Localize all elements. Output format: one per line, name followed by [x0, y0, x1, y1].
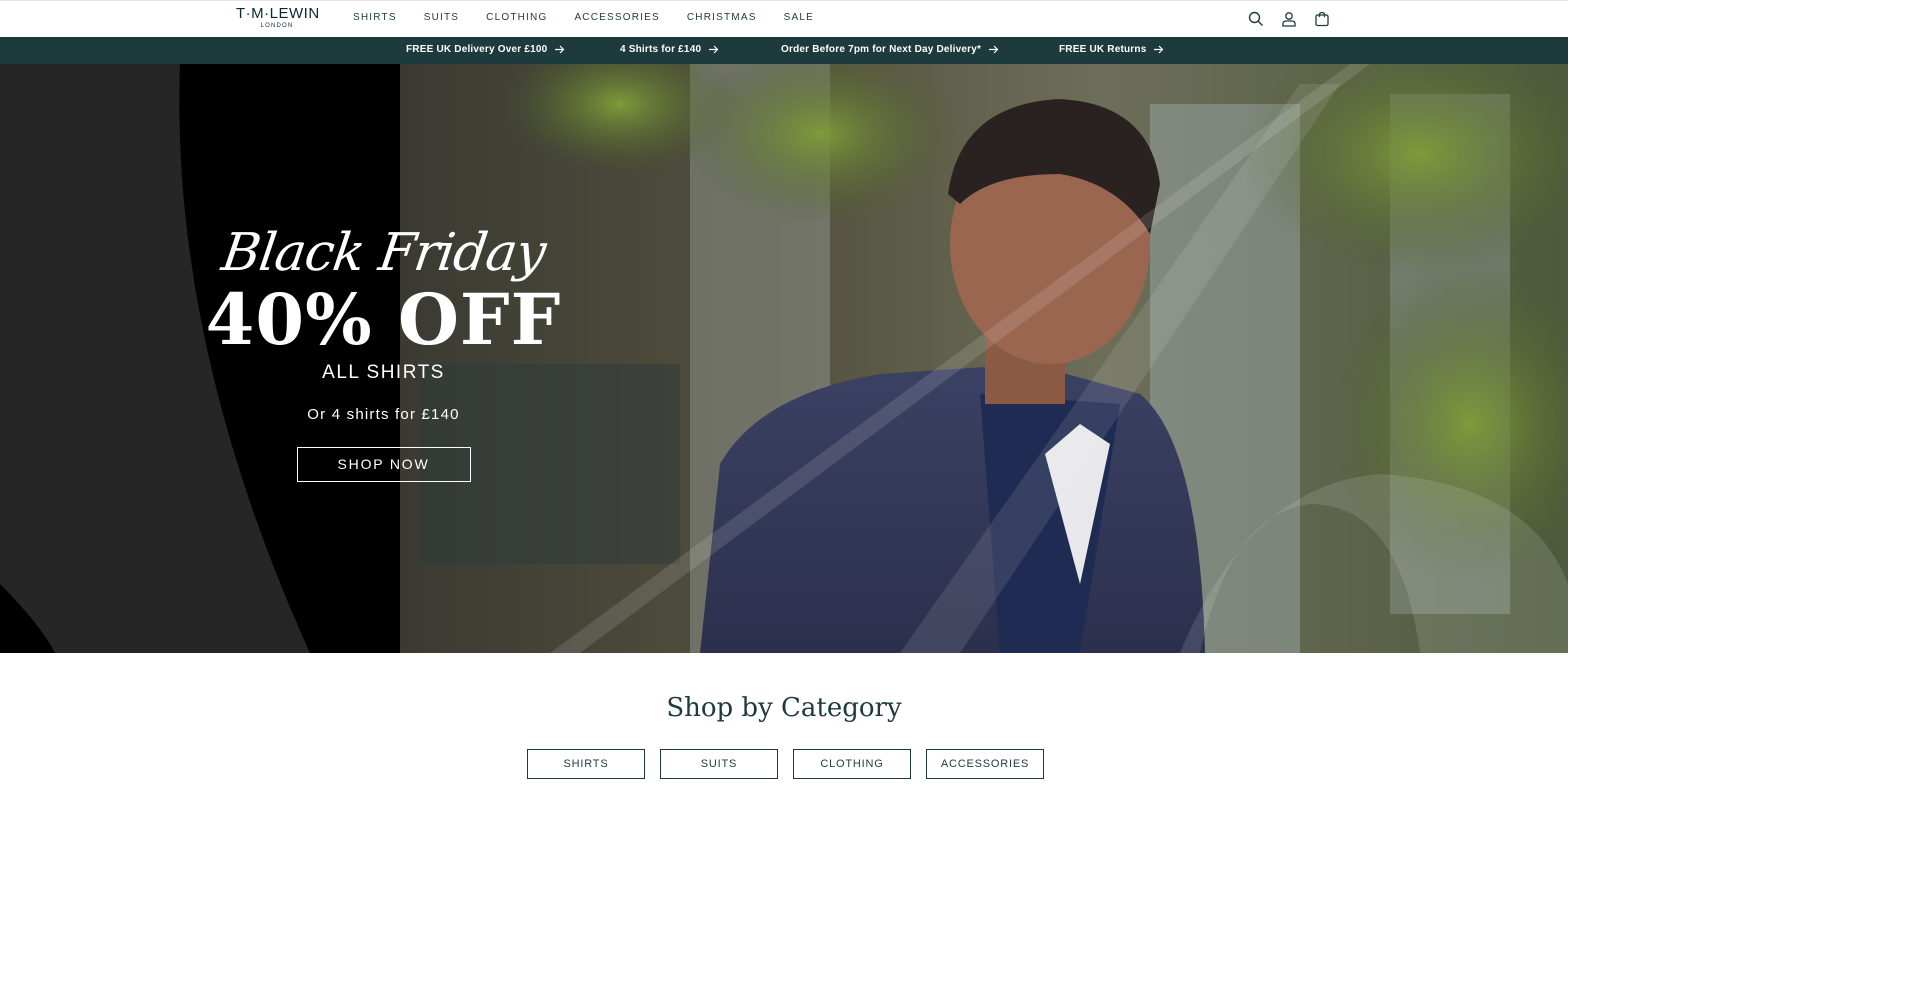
nav-item-christmas[interactable]: CHRISTMAS — [687, 12, 757, 23]
arrow-right-icon — [989, 45, 999, 54]
main-nav: SHIRTS SUITS CLOTHING ACCESSORIES CHRIST… — [353, 12, 841, 23]
hero-offer-text: Or 4 shirts for £140 — [307, 406, 460, 423]
promo-next-day[interactable]: Order Before 7pm for Next Day Delivery* — [781, 44, 999, 55]
category-section-title: Shop by Category — [666, 693, 902, 723]
hero-banner[interactable]: Black Friday 40% OFF ALL SHIRTS Or 4 shi… — [0, 64, 1568, 653]
promo-free-delivery-label: FREE UK Delivery Over £100 — [406, 44, 548, 55]
nav-item-suits[interactable]: SUITS — [424, 12, 459, 23]
promo-free-delivery[interactable]: FREE UK Delivery Over £100 — [406, 44, 565, 55]
promo-next-day-label: Order Before 7pm for Next Day Delivery* — [781, 44, 982, 55]
brand-logo[interactable]: T·M·LEWIN LONDON — [236, 5, 320, 30]
arrow-right-icon — [709, 45, 719, 54]
category-button-clothing[interactable]: CLOTHING — [793, 749, 911, 779]
nav-item-clothing[interactable]: CLOTHING — [486, 12, 547, 23]
nav-item-shirts[interactable]: SHIRTS — [353, 12, 397, 23]
shop-now-button[interactable]: SHOP NOW — [296, 447, 471, 482]
account-icon[interactable] — [1279, 9, 1298, 28]
hero-text-block: Black Friday 40% OFF ALL SHIRTS Or 4 shi… — [200, 223, 567, 482]
category-buttons: SHIRTS SUITS CLOTHING ACCESSORIES — [527, 749, 1044, 779]
search-icon[interactable] — [1246, 9, 1265, 28]
nav-item-accessories[interactable]: ACCESSORIES — [574, 12, 659, 23]
header-icons — [1246, 9, 1331, 28]
nav-item-sale[interactable]: SALE — [784, 12, 814, 23]
hero-headline: 40% OFF — [205, 278, 562, 361]
site-header: T·M·LEWIN LONDON SHIRTS SUITS CLOTHING A… — [0, 0, 1568, 37]
arrow-right-icon — [1154, 45, 1164, 54]
arrow-right-icon — [555, 45, 565, 54]
hero-subheadline: ALL SHIRTS — [322, 362, 445, 383]
category-button-shirts[interactable]: SHIRTS — [527, 749, 645, 779]
logo-wordmark: T·M·LEWIN — [236, 5, 320, 22]
cart-icon[interactable] — [1312, 9, 1331, 28]
logo-subtext: LONDON — [260, 23, 294, 29]
promo-bar: FREE UK Delivery Over £100 4 Shirts for … — [0, 37, 1568, 64]
promo-free-returns[interactable]: FREE UK Returns — [1059, 44, 1164, 55]
category-button-suits[interactable]: SUITS — [660, 749, 778, 779]
hero-script-title: Black Friday — [218, 223, 549, 283]
promo-four-shirts[interactable]: 4 Shirts for £140 — [620, 44, 719, 55]
promo-free-returns-label: FREE UK Returns — [1059, 44, 1147, 55]
category-button-accessories[interactable]: ACCESSORIES — [926, 749, 1044, 779]
promo-four-shirts-label: 4 Shirts for £140 — [620, 44, 702, 55]
